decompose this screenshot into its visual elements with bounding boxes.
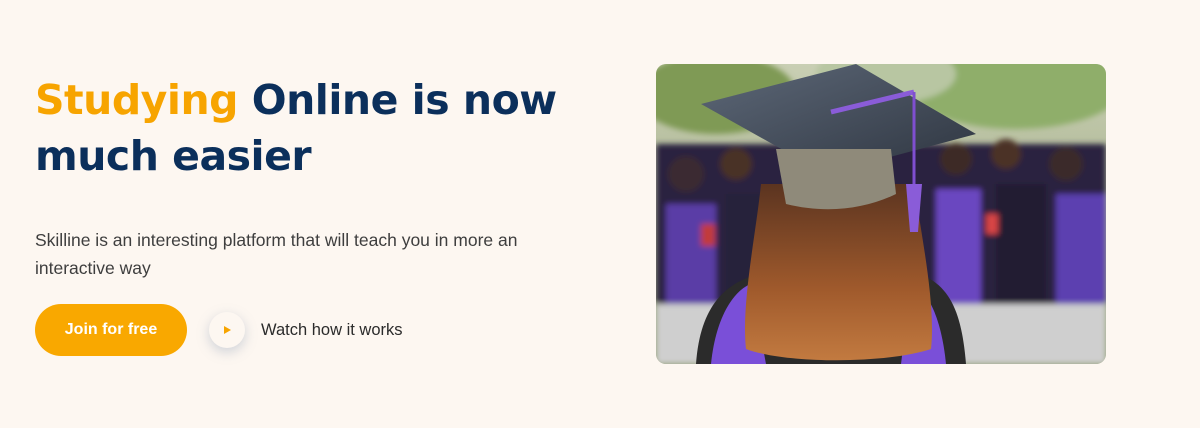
watch-label: Watch how it works <box>261 320 403 339</box>
join-for-free-button[interactable]: Join for free <box>35 304 187 356</box>
hero-text: Studying Online is now much easier Skill… <box>35 72 595 282</box>
hero-title: Studying Online is now much easier <box>35 72 595 184</box>
hero-title-accent: Studying <box>35 76 238 124</box>
graduate-photo <box>656 64 1106 364</box>
watch-how-it-works-link[interactable]: Watch how it works <box>209 312 403 348</box>
cta-row: Join for free Watch how it works <box>35 304 403 356</box>
hero-image <box>656 64 1106 364</box>
hero-description: Skilline is an interesting platform that… <box>35 230 518 278</box>
play-button[interactable] <box>209 312 245 348</box>
play-icon <box>224 326 231 334</box>
